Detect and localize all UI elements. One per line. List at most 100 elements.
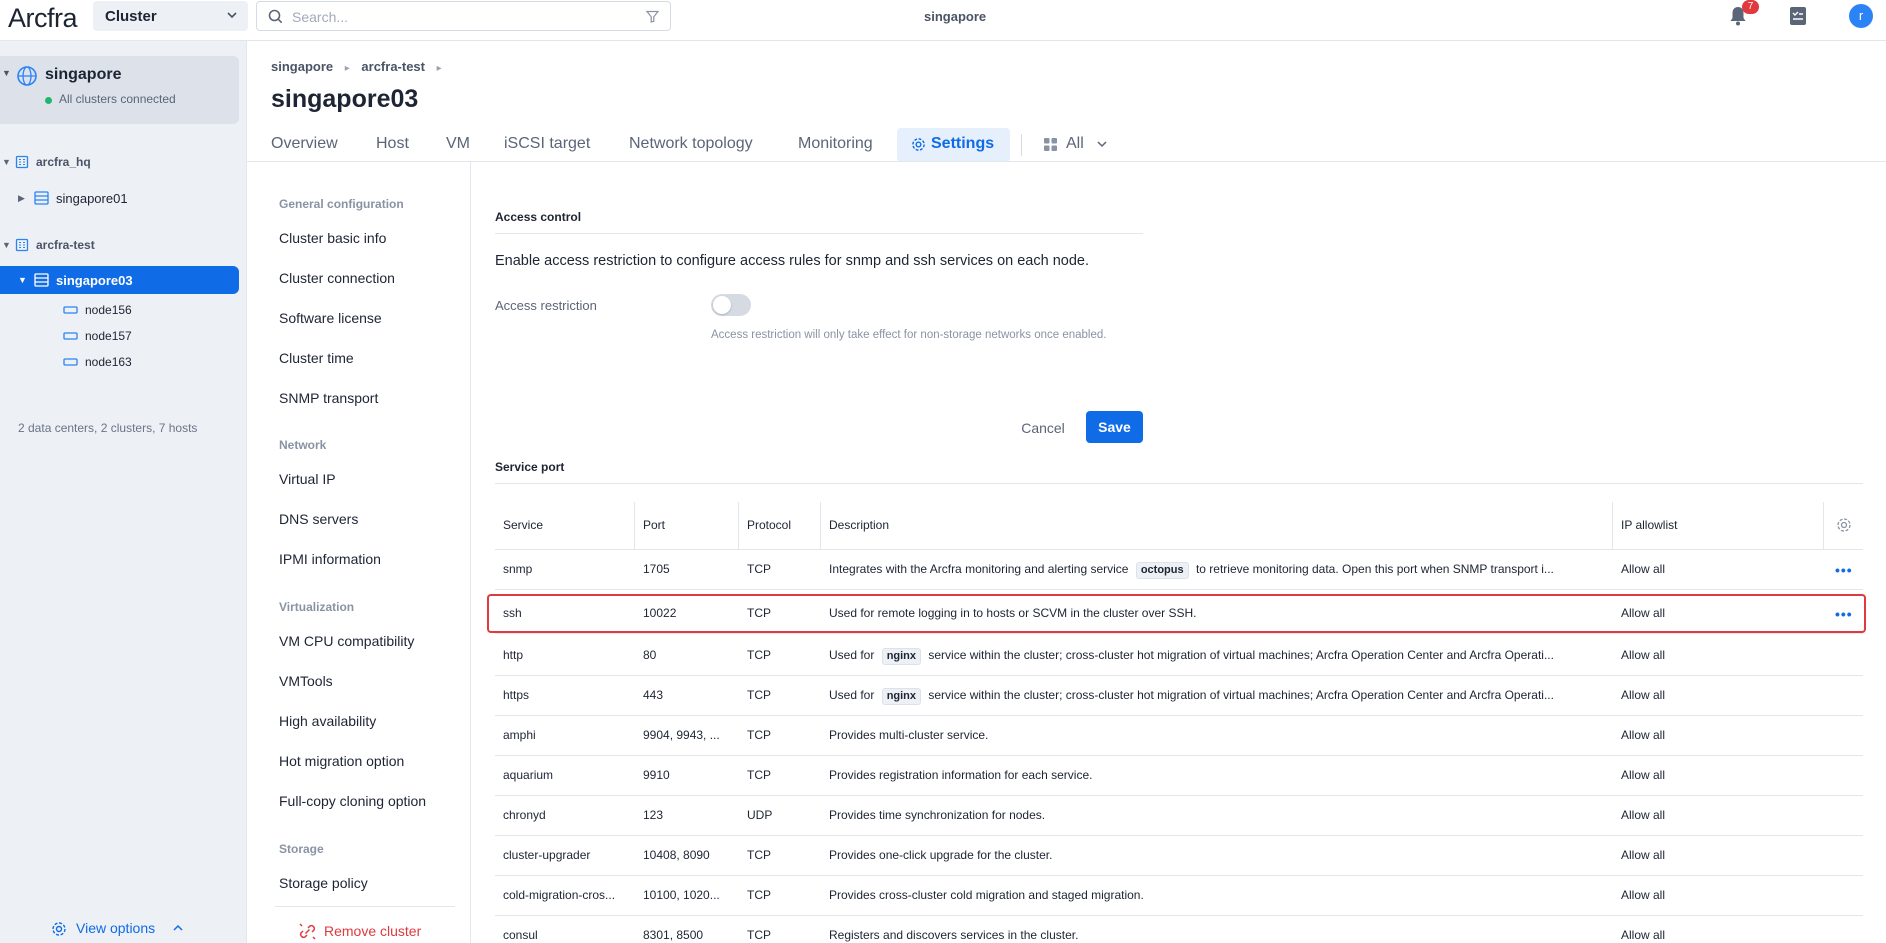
grid-icon [1044,138,1057,151]
datacenter-status: All clusters connected [59,92,176,106]
tab-vm[interactable]: VM [446,128,470,162]
cell-description: Provides one-click upgrade for the clust… [829,848,1619,862]
nav-item-full-copy-cloning-option[interactable]: Full-copy cloning option [279,793,426,809]
tab-host[interactable]: Host [376,128,409,162]
table-row[interactable]: cold-migration-cros... 10100, 1020... TCP P… [495,876,1863,916]
toggle-knob [713,296,731,314]
column-header-ip-allowlist[interactable]: IP allowlist [1621,518,1677,532]
column-separator [1823,502,1824,550]
nav-item-ipmi-information[interactable]: IPMI information [279,551,381,567]
table-row[interactable]: cluster-upgrader 10408, 8090 TCP Provides o… [495,836,1863,876]
cell-description: Provides time synchronization for nodes. [829,808,1619,822]
nav-item-hot-migration-option[interactable]: Hot migration option [279,753,404,769]
task-list-icon[interactable] [1789,6,1807,26]
breadcrumb-item-arcfra-test[interactable]: arcfra-test [361,59,425,74]
column-separator [634,502,635,550]
column-settings-icon[interactable] [1836,517,1852,533]
cell-port: 9904, 9943, ... [643,728,720,742]
cell-description: Used for nginx service within the cluste… [829,688,1619,705]
column-header-port[interactable]: Port [643,518,665,532]
cluster-icon [34,273,49,287]
cancel-button[interactable]: Cancel [1008,414,1078,442]
table-row[interactable]: ssh 10022 TCP Used for remote logging in to… [495,594,1863,634]
breadcrumb-item-singapore[interactable]: singapore [271,59,333,74]
search-icon [268,9,283,24]
caret-down-icon[interactable]: ▼ [2,157,11,167]
sidebar-item-label: singapore01 [56,191,128,206]
column-header-description[interactable]: Description [829,518,889,532]
column-separator [1612,502,1613,550]
cell-service: snmp [503,562,533,576]
caret-down-icon[interactable]: ▼ [2,68,11,78]
notification-badge: 7 [1742,0,1759,14]
app-logo[interactable]: Arcfra [8,3,78,34]
access-restriction-toggle[interactable] [711,294,751,316]
table-row[interactable]: amphi 9904, 9943, ... TCP Provides multi-cl… [495,716,1863,756]
nav-item-cluster-basic-info[interactable]: Cluster basic info [279,230,386,246]
tab-monitoring[interactable]: Monitoring [798,128,873,162]
top-bar: Arcfra Cluster Search... singapore 7 r [0,0,1886,41]
tab-all-label: All [1066,135,1084,152]
section-divider [495,233,1143,234]
search-input[interactable]: Search... [292,9,348,25]
tab-network-topology[interactable]: Network topology [629,128,753,162]
table-row[interactable]: https 443 TCP Used for nginx service within… [495,676,1863,716]
table-row[interactable]: chronyd 123 UDP Provides time synchronizati… [495,796,1863,836]
cell-description: Provides cross-cluster cold migration an… [829,888,1619,902]
save-button[interactable]: Save [1086,411,1143,443]
code-tag: octopus [1135,562,1189,579]
nav-item-vm-cpu-compatibility[interactable]: VM CPU compatibility [279,633,414,649]
access-control-description: Enable access restriction to configure a… [495,253,1089,269]
caret-down-icon[interactable]: ▼ [2,240,11,250]
access-restriction-label: Access restriction [495,298,597,313]
search-box[interactable]: Search... [256,1,671,31]
sidebar-item-node156[interactable]: node156 [0,296,239,324]
nav-item-cluster-connection[interactable]: Cluster connection [279,270,395,286]
tab-iscsi-target[interactable]: iSCSI target [504,128,590,162]
nav-item-high-availability[interactable]: High availability [279,713,376,729]
nav-item-virtual-ip[interactable]: Virtual IP [279,471,336,487]
description-text: service within the cluster; cross-cluste… [925,648,1554,662]
cell-ip-allowlist: Allow all [1621,648,1666,662]
nav-item-cluster-time[interactable]: Cluster time [279,350,354,366]
page-title: singapore03 [271,85,419,113]
cell-service: cold-migration-cros... [503,888,616,902]
unlink-icon [299,923,316,940]
sidebar-item-label: node157 [85,329,132,343]
sidebar-item-arcfra-test[interactable]: ▼ arcfra-test [0,231,239,259]
cluster-select[interactable]: Cluster [93,1,248,31]
column-header-service[interactable]: Service [503,518,543,532]
column-header-protocol[interactable]: Protocol [747,518,791,532]
chevron-right-icon: ▸ [344,63,350,74]
tab-settings-label: Settings [931,135,995,152]
sidebar-item-arcfra-hq[interactable]: ▼ arcfra_hq [0,148,239,176]
avatar[interactable]: r [1849,4,1873,28]
description-text: Used for [829,648,878,662]
more-actions-icon[interactable]: ••• [1835,562,1853,578]
cell-protocol: TCP [747,648,771,662]
tab-overview[interactable]: Overview [271,128,338,162]
sidebar-item-node163[interactable]: node163 [0,348,239,376]
cell-protocol: TCP [747,728,771,742]
table-row[interactable]: consul 8301, 8500 TCP Registers and discove… [495,916,1863,943]
nav-item-storage-policy[interactable]: Storage policy [279,875,368,891]
caret-down-icon[interactable]: ▼ [18,275,27,285]
nav-item-vmtools[interactable]: VMTools [279,673,333,689]
description-text: Registers and discovers services in the … [829,928,1079,942]
nav-item-software-license[interactable]: Software license [279,310,382,326]
more-actions-icon[interactable]: ••• [1835,606,1853,622]
caret-right-icon[interactable]: ▶ [18,193,25,204]
sidebar-item-singapore01[interactable]: ▶ singapore01 [0,184,239,212]
tab-settings[interactable]: Settings [897,128,1011,162]
datacenter-card[interactable]: ▼ singapore All clusters connected [0,56,239,124]
table-row[interactable]: snmp 1705 TCP Integrates with the Arcfra mo… [495,550,1863,590]
nav-item-dns-servers[interactable]: DNS servers [279,511,358,527]
cell-description: Provides multi-cluster service. [829,728,1619,742]
table-row[interactable]: http 80 TCP Used for nginx service within t… [495,636,1863,676]
filter-icon[interactable] [646,10,659,23]
nav-item-snmp-transport[interactable]: SNMP transport [279,390,378,406]
sidebar-item-singapore03[interactable]: ▼ singapore03 [0,266,239,294]
table-row[interactable]: aquarium 9910 TCP Provides registration inf… [495,756,1863,796]
gear-icon [912,138,925,151]
sidebar-item-node157[interactable]: node157 [0,322,239,350]
